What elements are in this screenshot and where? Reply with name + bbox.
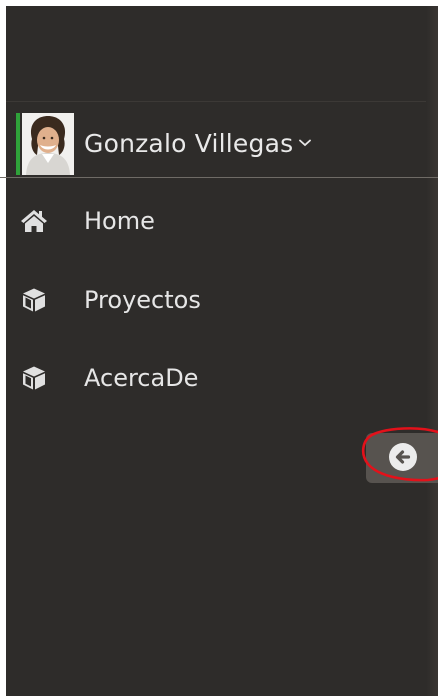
user-name-toggle[interactable]: Gonzalo Villegas <box>84 125 312 161</box>
cube-icon <box>20 286 48 314</box>
nav-item-label: AcercaDe <box>84 364 199 392</box>
sidebar-collapse-button[interactable] <box>366 433 438 483</box>
sidebar-header <box>6 6 438 102</box>
user-name: Gonzalo Villegas <box>84 128 294 158</box>
chevron-down-icon <box>299 139 312 147</box>
avatar[interactable] <box>22 113 74 175</box>
cube-icon <box>20 364 48 392</box>
nav-item-home[interactable]: Home <box>0 193 438 249</box>
nav-item-label: Home <box>84 207 155 235</box>
active-user-accent-bar <box>16 113 20 175</box>
nav-item-acercade[interactable]: AcercaDe <box>0 350 438 406</box>
arrow-circle-left-icon <box>388 442 418 472</box>
nav-item-label: Proyectos <box>84 286 201 314</box>
nav-item-proyectos[interactable]: Proyectos <box>0 272 438 328</box>
home-icon <box>20 207 48 235</box>
